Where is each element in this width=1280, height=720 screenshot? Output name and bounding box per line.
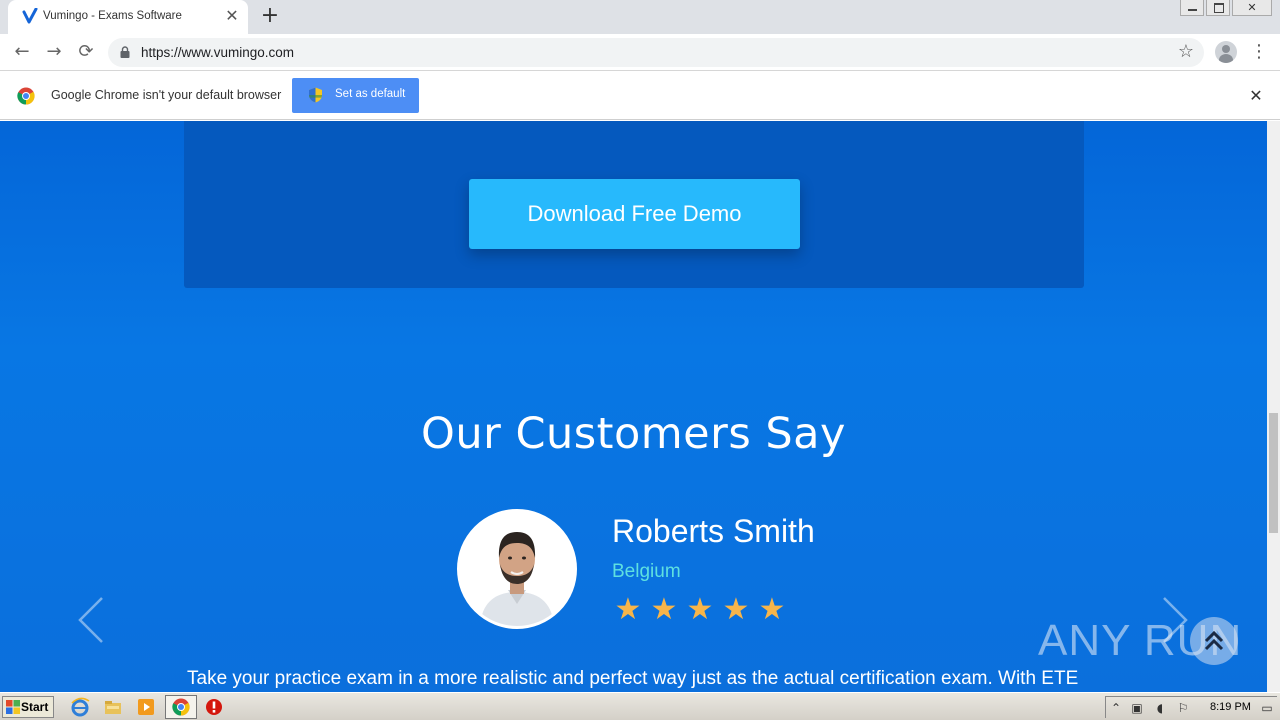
browser-tab[interactable]: Vumingo - Exams Software ✕ [8,0,248,34]
internet-explorer-icon[interactable] [70,697,90,717]
customer-avatar [457,509,577,629]
double-chevron-up-icon [1204,630,1224,651]
rating-stars: ★ ★ ★ ★ ★ [610,595,790,625]
demo-section: Download Free Demo [0,121,1267,349]
star-icon: ★ [614,592,642,627]
uac-shield-icon [309,87,322,103]
set-as-default-button[interactable]: Set as default [292,78,419,113]
action-center-flag-icon[interactable]: ⚐ [1176,701,1190,715]
media-player-icon[interactable] [136,697,156,717]
forward-button[interactable]: → [42,40,66,64]
infobar-close-icon[interactable]: ✕ [1246,86,1266,106]
set-as-default-label: Set as default [335,88,406,100]
chrome-taskbar-icon [172,698,190,716]
demo-card: Download Free Demo [184,121,1084,288]
file-explorer-icon[interactable] [103,697,123,717]
security-app-icon[interactable] [204,697,224,717]
lock-icon [120,46,130,58]
bookmark-star-icon[interactable]: ☆ [1178,42,1194,62]
new-tab-button[interactable]: + [258,5,282,29]
testimonial-quote: Take your practice exam in a more realis… [187,668,1079,689]
tab-title: Vumingo - Exams Software [43,10,182,22]
reload-button[interactable]: ⟳ [74,40,98,64]
system-tray: ⌃ ▣ ◖ ⚐ 8:19 PM ▭ [1105,696,1277,718]
back-button[interactable]: ← [10,40,34,64]
clock[interactable]: 8:19 PM [1210,701,1251,713]
star-icon: ★ [650,592,678,627]
minimize-button[interactable] [1180,0,1204,16]
network-icon[interactable]: ▣ [1130,701,1144,715]
star-icon: ★ [722,592,750,627]
download-free-demo-button[interactable]: Download Free Demo [469,179,800,249]
page-scrollbar[interactable] [1267,121,1280,692]
scroll-to-top-button[interactable] [1190,617,1238,665]
windows-taskbar: Start ⌃ ▣ ◖ ⚐ 8:19 PM ▭ [0,692,1280,720]
tray-expand-icon[interactable]: ⌃ [1109,701,1123,715]
customer-country: Belgium [612,561,681,582]
address-bar[interactable]: https://www.vumingo.com ☆ [108,38,1204,67]
restore-button[interactable] [1206,0,1230,16]
tab-strip: Vumingo - Exams Software ✕ + [0,0,1280,34]
profile-avatar-icon[interactable] [1215,41,1237,63]
browser-toolbar: ← → ⟳ https://www.vumingo.com ☆ [0,34,1280,71]
start-button[interactable]: Start [2,696,54,718]
carousel-prev-arrow-icon[interactable] [76,595,106,645]
url-text: https://www.vumingo.com [141,45,295,60]
window-controls [1178,0,1272,18]
customer-name: Roberts Smith [612,513,815,549]
scrollbar-thumb[interactable] [1269,413,1278,533]
browser-menu-icon[interactable]: ⋮ [1250,42,1268,62]
default-browser-infobar: Google Chrome isn't your default browser… [0,72,1280,120]
taskbar-chrome-button[interactable] [165,695,197,719]
vumingo-favicon-icon [22,8,38,24]
customer-photo [460,512,574,626]
windows-flag-icon [6,700,20,714]
tab-close-icon[interactable]: ✕ [223,7,241,25]
section-title: Our Customers Say [421,409,846,459]
window-close-button[interactable] [1232,0,1272,16]
start-label: Start [21,700,49,714]
volume-icon[interactable]: ◖ [1153,701,1167,715]
show-desktop-icon[interactable]: ▭ [1260,701,1274,715]
star-icon: ★ [686,592,714,627]
web-page: Download Free Demo Our Customers Say Rob… [0,121,1267,692]
star-icon: ★ [758,592,786,627]
infobar-message: Google Chrome isn't your default browser [51,88,282,102]
chrome-logo-icon [17,87,35,105]
